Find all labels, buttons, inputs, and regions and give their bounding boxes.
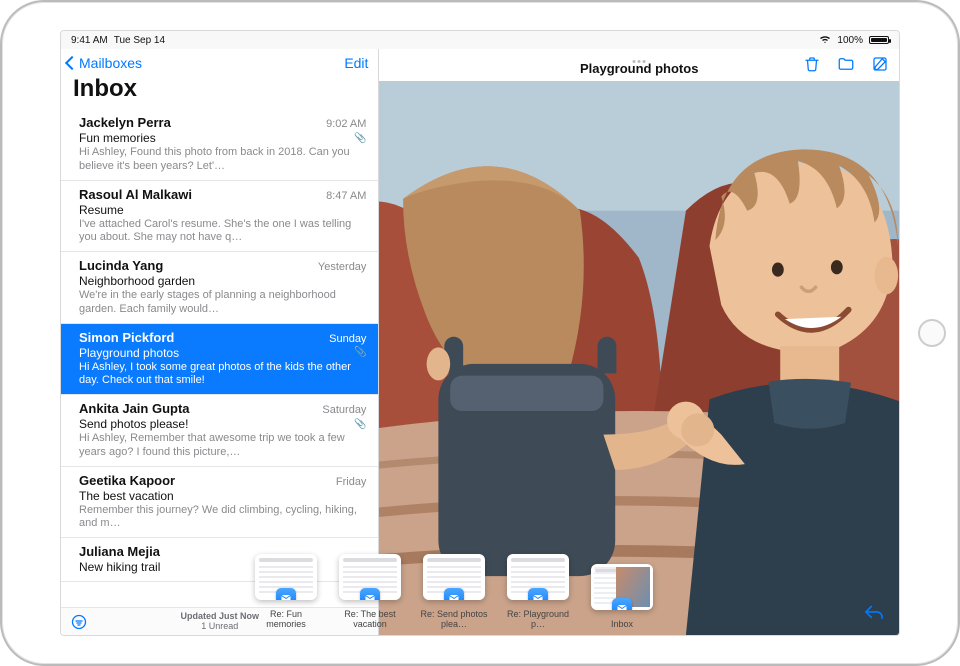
shelf-thumbnail — [423, 554, 485, 600]
shelf-thumbnail — [255, 554, 317, 600]
shelf-item[interactable]: Inbox — [587, 564, 657, 629]
mail-item[interactable]: Geetika Kapoor Friday The best vacationRem… — [61, 467, 378, 539]
shelf-item[interactable]: Re: Send photos plea… — [419, 554, 489, 629]
battery-icon — [869, 36, 889, 44]
shelf-item[interactable]: Re: Playground p… — [503, 554, 573, 629]
reply-button[interactable] — [863, 602, 885, 625]
mail-sender: Geetika Kapoor — [79, 473, 175, 488]
shelf-thumbnail — [591, 564, 653, 610]
mail-subject: New hiking trail — [79, 560, 160, 574]
mail-sender: Rasoul Al Malkawi — [79, 187, 192, 202]
mail-item[interactable]: Jackelyn Perra 9:02 AM Fun memories 📎 Hi Ash… — [61, 109, 378, 181]
mail-subject: Neighborhood garden — [79, 274, 195, 288]
shelf-label: Re: Fun memories — [251, 610, 321, 629]
home-button[interactable] — [918, 319, 946, 347]
app-shelf[interactable]: Re: Fun memories Re: The best vacation Re:… — [251, 563, 759, 629]
mail-app-icon — [360, 588, 380, 600]
battery-percent: 100% — [837, 35, 863, 46]
inbox-title: Inbox — [61, 73, 378, 109]
mail-subject: Playground photos — [79, 346, 179, 360]
mail-app-icon — [444, 588, 464, 600]
mail-preview: Hi Ashley, Found this photo from back in… — [79, 146, 366, 174]
shelf-item[interactable]: Re: The best vacation — [335, 554, 405, 629]
mail-preview: We're in the early stages of planning a … — [79, 289, 366, 317]
filter-icon[interactable] — [71, 614, 87, 630]
mail-preview: Hi Ashley, Remember that awesome trip we… — [79, 432, 366, 460]
back-label: Mailboxes — [79, 55, 142, 71]
shelf-thumbnail — [507, 554, 569, 600]
mail-subject: Resume — [79, 203, 124, 217]
mail-subject: Send photos please! — [79, 417, 188, 431]
mail-preview: I've attached Carol's resume. She's the … — [79, 218, 366, 246]
screen: 9:41 AM Tue Sep 14 100% Mailboxes — [60, 30, 900, 636]
mail-time: Sunday — [329, 333, 366, 345]
mail-subject: Fun memories — [79, 131, 156, 145]
mail-sender: Simon Pickford — [79, 330, 174, 345]
mail-preview: Hi Ashley, I took some great photos of t… — [79, 361, 366, 389]
mail-sidebar: Mailboxes Edit Inbox Jackelyn Perra 9:02 … — [61, 49, 379, 635]
mail-sender: Ankita Jain Gupta — [79, 401, 190, 416]
mail-item[interactable]: Ankita Jain Gupta Saturday Send photos ple… — [61, 395, 378, 467]
mail-item[interactable]: Simon Pickford Sunday Playground photos 📎 Hi… — [61, 324, 378, 396]
shelf-label: Re: Send photos plea… — [419, 610, 489, 629]
mail-time: Saturday — [322, 404, 366, 416]
paperclip-icon: 📎 — [354, 419, 366, 430]
status-bar: 9:41 AM Tue Sep 14 100% — [61, 31, 899, 49]
mail-app-icon — [528, 588, 548, 600]
shelf-label: Inbox — [611, 620, 633, 629]
shelf-label: Re: Playground p… — [503, 610, 573, 629]
shelf-label: Re: The best vacation — [335, 610, 405, 629]
status-time: 9:41 AM — [71, 35, 108, 46]
move-folder-button[interactable] — [837, 55, 855, 73]
mail-item[interactable]: Rasoul Al Malkawi 8:47 AM ResumeI've attac… — [61, 181, 378, 253]
mail-preview: Remember this journey? We did climbing, … — [79, 504, 366, 532]
mail-time: Yesterday — [318, 261, 367, 273]
mail-time: 8:47 AM — [326, 190, 366, 202]
mail-time: 9:02 AM — [326, 118, 366, 130]
edit-button[interactable]: Edit — [344, 55, 368, 71]
mail-item[interactable]: Lucinda Yang Yesterday Neighborhood garden… — [61, 252, 378, 324]
message-detail: Playground photos — [379, 49, 899, 635]
wifi-icon — [819, 34, 831, 47]
back-mailboxes-button[interactable]: Mailboxes — [67, 55, 142, 71]
mail-app-icon — [612, 598, 632, 610]
message-title: Playground photos — [580, 61, 698, 76]
paperclip-icon: 📎 — [354, 347, 366, 358]
mail-list[interactable]: Jackelyn Perra 9:02 AM Fun memories 📎 Hi Ash… — [61, 109, 378, 607]
shelf-thumbnail — [339, 554, 401, 600]
shelf-item[interactable]: Re: Fun memories — [251, 554, 321, 629]
chevron-left-icon — [65, 56, 79, 70]
mail-sender: Lucinda Yang — [79, 258, 163, 273]
mail-time: Friday — [336, 476, 367, 488]
trash-button[interactable] — [803, 55, 821, 73]
paperclip-icon: 📎 — [354, 133, 366, 144]
status-date: Tue Sep 14 — [114, 35, 165, 46]
attachment-photo[interactable] — [379, 81, 899, 635]
ipad-frame: 9:41 AM Tue Sep 14 100% Mailboxes — [0, 0, 960, 666]
mail-sender: Juliana Mejia — [79, 544, 160, 559]
mail-app-icon — [276, 588, 296, 600]
mail-sender: Jackelyn Perra — [79, 115, 171, 130]
mail-subject: The best vacation — [79, 489, 174, 503]
compose-button[interactable] — [871, 55, 889, 73]
footer-unread: 1 Unread — [180, 622, 259, 632]
